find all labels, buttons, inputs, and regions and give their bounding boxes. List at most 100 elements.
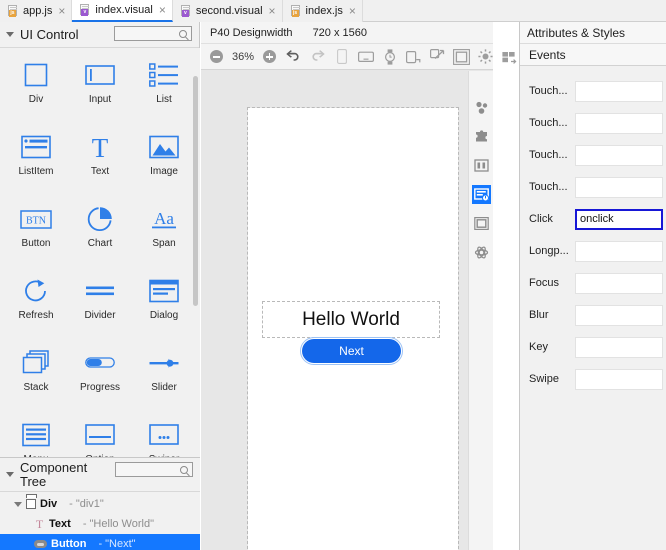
palette-item-dialog[interactable]: Dialog <box>132 274 196 337</box>
input-icon <box>81 58 119 92</box>
component-palette[interactable]: Div Input List ListItem T Text Image BTN Button C… <box>0 48 200 457</box>
palette-item-label: Div <box>28 94 44 105</box>
layout-icon[interactable] <box>501 48 518 65</box>
palette-item-image[interactable]: Image <box>132 130 196 193</box>
tree-node-value: - "Hello World" <box>82 518 154 530</box>
palette-item-label: Input <box>88 94 112 105</box>
event-row: Touch... <box>520 171 666 203</box>
phone-landscape-icon[interactable] <box>405 48 422 65</box>
editor-tab[interactable]: v second.visual × <box>172 0 283 22</box>
visual-file-icon: v <box>180 5 191 17</box>
ui-control-header[interactable]: UI Control <box>0 22 199 48</box>
preview-text-widget[interactable]: Hello World <box>262 301 440 338</box>
palette-scrollbar-thumb[interactable] <box>193 76 198 306</box>
stack-icon <box>17 346 55 380</box>
event-input[interactable] <box>575 144 663 166</box>
tablet-icon[interactable] <box>357 48 374 65</box>
ui-control-search-input[interactable] <box>114 26 192 41</box>
columns-icon[interactable] <box>472 156 491 175</box>
editor-tab[interactable]: js app.js × <box>0 0 73 22</box>
event-label: Blur <box>529 309 549 321</box>
palette-item-menu[interactable]: Menu <box>4 418 68 457</box>
palette-item-span[interactable]: Aa Span <box>132 202 196 265</box>
canvas-side-toolbar <box>468 71 493 550</box>
span-icon: Aa <box>145 202 183 236</box>
events-icon[interactable] <box>471 185 491 204</box>
tree-collapse-caret-icon[interactable] <box>6 472 14 477</box>
close-icon[interactable]: × <box>269 5 276 17</box>
tree-row[interactable]: T Text - "Hello World" <box>0 514 200 534</box>
tree-expand-caret-icon[interactable] <box>14 501 22 507</box>
phone-portrait-icon[interactable] <box>333 48 350 65</box>
event-input[interactable]: onclick <box>575 208 663 230</box>
event-input[interactable] <box>575 272 663 294</box>
event-input[interactable] <box>575 176 663 198</box>
palette-item-stack[interactable]: Stack <box>4 346 68 409</box>
palette-item-text[interactable]: T Text <box>68 130 132 193</box>
frame-icon[interactable] <box>472 214 491 233</box>
palette-item-label: List <box>156 94 172 105</box>
zoom-in-icon[interactable] <box>261 48 278 65</box>
editor-tab[interactable]: v index.visual × <box>72 0 173 22</box>
watch-icon[interactable] <box>381 48 398 65</box>
collapse-caret-icon[interactable] <box>6 32 14 37</box>
undo-icon[interactable] <box>285 48 302 65</box>
tree-row[interactable]: Div - "div1" <box>0 494 200 514</box>
phone-preview-frame[interactable]: Hello World Next <box>247 107 459 550</box>
component-tree-header[interactable]: Component Tree <box>0 458 200 492</box>
app-root: js app.js × v index.visual × v second.visual × js… <box>0 0 666 550</box>
palette-item-label: Chart <box>87 238 113 249</box>
brightness-icon[interactable] <box>477 48 494 65</box>
zoom-out-icon[interactable] <box>208 48 225 65</box>
palette-item-chart[interactable]: Chart <box>68 202 132 265</box>
component-tree-search-input[interactable] <box>115 462 193 477</box>
event-input[interactable] <box>575 368 663 390</box>
palette-item-label: Stack <box>23 382 49 393</box>
event-input[interactable] <box>575 336 663 358</box>
close-icon[interactable]: × <box>349 5 356 17</box>
svg-text:Aa: Aa <box>154 209 174 228</box>
event-input[interactable] <box>575 80 663 102</box>
atoms-icon[interactable] <box>472 98 491 117</box>
palette-item-label: Divider <box>84 310 116 321</box>
palette-item-progress[interactable]: Progress <box>68 346 132 409</box>
puzzle-icon[interactable] <box>472 127 491 146</box>
design-canvas[interactable]: Hello World Next <box>201 71 493 550</box>
square-icon[interactable] <box>453 48 470 65</box>
event-input[interactable] <box>575 304 663 326</box>
palette-item-refresh[interactable]: Refresh <box>4 274 68 337</box>
tree-node-value: - "div1" <box>69 498 104 510</box>
visual-file-icon: v <box>79 4 90 16</box>
redo-icon[interactable] <box>309 48 326 65</box>
events-section-header[interactable]: Events <box>520 44 666 66</box>
tree-node-name: Text <box>49 518 71 530</box>
close-icon[interactable]: × <box>58 5 65 17</box>
palette-item-list[interactable]: List <box>132 58 196 121</box>
listitem-icon <box>17 130 55 164</box>
palette-item-div[interactable]: Div <box>4 58 68 121</box>
palette-item-swiper[interactable]: Swiper <box>132 418 196 457</box>
editor-tab[interactable]: js index.js × <box>282 0 363 22</box>
tree-row[interactable]: Button - "Next" <box>0 534 200 550</box>
palette-scrollbar-track[interactable] <box>192 48 199 457</box>
ui-control-title: UI Control <box>20 26 79 42</box>
close-icon[interactable]: × <box>159 4 166 16</box>
palette-item-label: Progress <box>79 382 120 393</box>
settings-icon[interactable] <box>472 243 491 262</box>
event-label: Longp... <box>529 245 569 257</box>
palette-item-input[interactable]: Input <box>68 58 132 121</box>
palette-item-option[interactable]: Option <box>68 418 132 457</box>
component-tree-title: Component Tree <box>20 459 88 489</box>
js-file-icon: js <box>7 5 18 17</box>
preview-button-widget[interactable]: Next <box>300 337 403 365</box>
palette-item-listitem[interactable]: ListItem <box>4 130 68 193</box>
progress-icon <box>81 346 119 380</box>
palette-item-slider[interactable]: Slider <box>132 346 196 409</box>
palette-item-button[interactable]: BTN Button <box>4 202 68 265</box>
event-input[interactable] <box>575 112 663 134</box>
text-t-icon: T <box>35 516 44 531</box>
resize-icon[interactable] <box>429 48 446 65</box>
palette-item-divider[interactable]: Divider <box>68 274 132 337</box>
editor-tab-label: index.visual <box>95 4 153 16</box>
event-input[interactable] <box>575 240 663 262</box>
